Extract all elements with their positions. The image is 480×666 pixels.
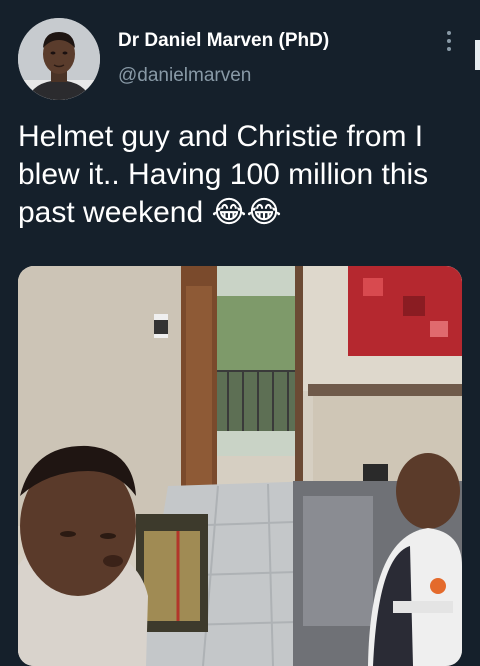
tweet-media[interactable] (18, 266, 462, 666)
avatar[interactable] (18, 18, 100, 100)
author-handle[interactable]: @danielmarven (118, 65, 251, 87)
dot (447, 39, 451, 43)
dot (447, 31, 451, 35)
author-name[interactable]: Dr Daniel Marven (PhD) (118, 30, 329, 52)
media-video-frame (18, 266, 462, 666)
scrollbar-thumb[interactable] (475, 40, 480, 70)
avatar-image (18, 18, 100, 100)
tweet-text: Helmet guy and Christie from I blew it..… (18, 120, 429, 229)
dot (447, 47, 451, 51)
more-options-icon[interactable] (436, 28, 462, 54)
